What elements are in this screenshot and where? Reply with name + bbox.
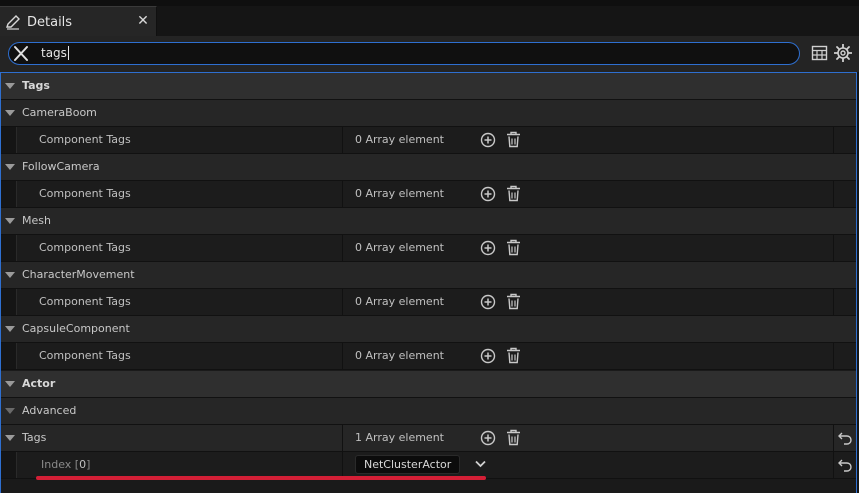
search-text: tags xyxy=(41,46,67,60)
column-divider[interactable] xyxy=(342,452,343,478)
tag-value-field[interactable]: NetClusterActor xyxy=(355,455,460,474)
advanced-section[interactable]: Advanced xyxy=(1,398,856,425)
column-divider xyxy=(833,235,834,261)
property-label: Component Tags xyxy=(39,295,131,308)
highlight-underline xyxy=(36,476,486,480)
gear-icon[interactable] xyxy=(834,44,852,62)
property-value: 0 Array element xyxy=(355,349,444,362)
tab-details[interactable]: Details ✕ xyxy=(0,6,157,36)
expand-arrow-icon[interactable] xyxy=(5,164,15,170)
tag-value-text: NetClusterActor xyxy=(364,458,452,471)
property-label: Component Tags xyxy=(39,241,131,254)
indent-guide xyxy=(1,452,17,478)
property-row-component-tags: Component Tags 0 Array element xyxy=(1,181,856,208)
add-element-icon[interactable] xyxy=(480,348,496,364)
property-value: 1 Array element xyxy=(355,431,444,444)
column-divider[interactable] xyxy=(342,289,343,315)
column-divider xyxy=(833,127,834,153)
expand-arrow-icon[interactable] xyxy=(5,272,15,278)
property-value: 0 Array element xyxy=(355,187,444,200)
column-divider[interactable] xyxy=(342,235,343,261)
expand-arrow-icon[interactable] xyxy=(5,381,15,387)
component-cameraboom[interactable]: CameraBoom xyxy=(1,100,856,127)
chevron-down-icon[interactable] xyxy=(474,458,487,470)
add-element-icon[interactable] xyxy=(480,132,496,148)
property-value: 0 Array element xyxy=(355,295,444,308)
component-label: FollowCamera xyxy=(22,160,100,173)
add-element-icon[interactable] xyxy=(480,240,496,256)
reset-to-default-icon[interactable] xyxy=(838,458,852,472)
column-divider xyxy=(833,181,834,207)
category-label: Actor xyxy=(22,377,56,390)
array-element-row: Index [0] NetClusterActor xyxy=(1,452,856,479)
property-row-component-tags: Component Tags 0 Array element xyxy=(1,127,856,154)
trash-icon[interactable] xyxy=(506,347,521,364)
index-prefix: Index [ xyxy=(41,458,80,471)
array-index-label: Index [0] xyxy=(41,458,90,471)
property-label: Component Tags xyxy=(39,349,131,362)
indent-guide xyxy=(1,343,17,369)
add-element-icon[interactable] xyxy=(480,294,496,310)
column-divider xyxy=(833,425,834,451)
trash-icon[interactable] xyxy=(506,239,521,256)
advanced-label: Advanced xyxy=(22,404,77,417)
add-element-icon[interactable] xyxy=(480,186,496,202)
trash-icon[interactable] xyxy=(506,429,521,446)
expand-arrow-icon[interactable] xyxy=(5,326,15,332)
property-row-tags[interactable]: Tags 1 Array element xyxy=(1,425,856,452)
tab-bar: Details ✕ xyxy=(0,0,859,36)
trash-icon[interactable] xyxy=(506,293,521,310)
search-input[interactable]: tags xyxy=(8,42,800,65)
indent-guide xyxy=(1,235,17,261)
column-divider[interactable] xyxy=(342,425,343,451)
component-mesh[interactable]: Mesh xyxy=(1,208,856,235)
category-label: Tags xyxy=(22,79,50,92)
property-value: 0 Array element xyxy=(355,133,444,146)
category-actor[interactable]: Actor xyxy=(1,371,856,398)
expand-arrow-icon[interactable] xyxy=(5,110,15,116)
close-tab-icon[interactable]: ✕ xyxy=(136,12,150,30)
index-suffix: ] xyxy=(86,458,91,471)
component-label: Mesh xyxy=(22,214,51,227)
property-row-component-tags: Component Tags 0 Array element xyxy=(1,289,856,316)
trash-icon[interactable] xyxy=(506,185,521,202)
component-label: CharacterMovement xyxy=(22,268,135,281)
close-icon[interactable] xyxy=(12,45,30,62)
trash-icon[interactable] xyxy=(506,131,521,148)
component-followcamera[interactable]: FollowCamera xyxy=(1,154,856,181)
column-divider[interactable] xyxy=(342,127,343,153)
column-divider[interactable] xyxy=(342,181,343,207)
column-divider xyxy=(833,289,834,315)
details-panel: Tags CameraBoom Component Tags 0 Array e… xyxy=(0,72,857,493)
tab-label: Details xyxy=(27,15,73,30)
search-bar: tags xyxy=(0,36,859,72)
indent-guide xyxy=(1,289,17,315)
add-element-icon[interactable] xyxy=(480,430,496,446)
column-divider[interactable] xyxy=(342,343,343,369)
component-charactermovement[interactable]: CharacterMovement xyxy=(1,262,856,289)
reset-to-default-icon[interactable] xyxy=(838,431,852,445)
property-row-component-tags: Component Tags 0 Array element xyxy=(1,235,856,262)
component-label: CameraBoom xyxy=(22,106,97,119)
column-divider xyxy=(833,343,834,369)
indent-guide xyxy=(1,181,17,207)
property-row-component-tags: Component Tags 0 Array element xyxy=(1,343,856,370)
column-divider xyxy=(833,452,834,478)
expand-arrow-icon[interactable] xyxy=(5,218,15,224)
property-label: Tags xyxy=(22,431,47,444)
table-view-icon[interactable] xyxy=(811,45,828,61)
expand-arrow-icon[interactable] xyxy=(5,408,15,414)
category-tags[interactable]: Tags xyxy=(1,73,856,100)
expand-arrow-icon[interactable] xyxy=(5,435,15,441)
component-capsulecomponent[interactable]: CapsuleComponent xyxy=(1,316,856,343)
property-value: 0 Array element xyxy=(355,241,444,254)
text-caret xyxy=(68,46,69,60)
component-label: CapsuleComponent xyxy=(22,322,130,335)
pencil-icon xyxy=(6,15,20,30)
property-label: Component Tags xyxy=(39,187,131,200)
property-label: Component Tags xyxy=(39,133,131,146)
expand-arrow-icon[interactable] xyxy=(5,83,15,89)
indent-guide xyxy=(1,127,17,153)
